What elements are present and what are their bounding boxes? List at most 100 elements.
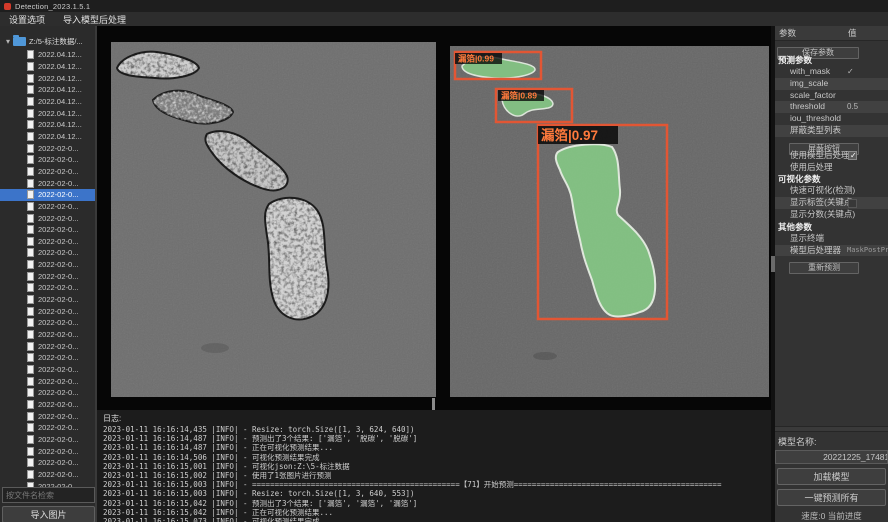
tree-file-item[interactable]: 2022-02-0... <box>0 247 97 259</box>
source-image-view[interactable] <box>111 42 436 397</box>
tree-file-item[interactable]: 2022.04.12... <box>0 131 97 143</box>
param-row[interactable]: 模型后处理器MaskPostPro <box>775 245 888 257</box>
tree-file-item[interactable]: 2022-02-0... <box>0 212 97 224</box>
tree-file-item[interactable]: 2022-02-0... <box>0 364 97 376</box>
param-row[interactable]: scale_factor <box>775 90 888 102</box>
file-name: 2022.04.12... <box>38 109 82 118</box>
param-row[interactable]: 快速可视化(检测) <box>775 185 888 197</box>
param-section-header: 其他参数 <box>775 221 888 233</box>
params-header-value: 值 <box>848 26 857 41</box>
param-row[interactable]: 使用模型后处理 <box>775 150 888 162</box>
log-line: 2023-01-11 16:16:15,073 |INFO| - 可视化预测结果… <box>103 517 771 522</box>
tree-file-item[interactable]: 2022-02-0... <box>0 469 97 481</box>
tree-file-item[interactable]: 2022-02-0... <box>0 259 97 271</box>
file-icon <box>27 400 34 409</box>
file-name: 2022-02-0... <box>38 342 78 351</box>
tree-file-item[interactable]: 2022-02-0... <box>0 410 97 422</box>
log-line: 2023-01-11 16:16:15,001 |INFO| - 可视化json… <box>103 462 771 471</box>
splitter-handle[interactable] <box>432 398 435 410</box>
tree-file-item[interactable]: 2022-02-0... <box>0 154 97 166</box>
tree-file-item[interactable]: 2022-02-0... <box>0 142 97 154</box>
model-name-field[interactable]: 20221225_174813 <box>775 450 888 464</box>
param-checkbox[interactable] <box>848 151 857 160</box>
params-header-param: 参数 <box>779 28 796 38</box>
tree-file-item[interactable]: 2022-02-0... <box>0 166 97 178</box>
file-name: 2022-02-0... <box>38 237 78 246</box>
param-row[interactable]: iou_threshold <box>775 113 888 125</box>
tree-file-item[interactable]: 2022-02-0... <box>0 387 97 399</box>
tree-file-item[interactable]: 2022-02-0... <box>0 305 97 317</box>
tree-file-item[interactable]: 2022-02-0... <box>0 434 97 446</box>
tree-root-item[interactable]: ▾ Z:/5-标注数据/... <box>0 35 97 48</box>
app-icon <box>4 3 11 10</box>
param-button[interactable]: 重新预测 <box>789 262 859 274</box>
tree-file-item[interactable]: 2022.04.12... <box>0 61 97 73</box>
param-row[interactable]: 屏蔽类型列表 <box>775 125 888 137</box>
tree-file-item[interactable]: 2022-02-0... <box>0 282 97 294</box>
predict-all-button[interactable]: 一键预测所有 <box>777 489 886 506</box>
menu-settings[interactable]: 设置选项 <box>0 13 54 26</box>
filename-search-input[interactable] <box>2 487 95 503</box>
file-icon <box>27 132 34 141</box>
param-row[interactable]: with_mask✓ <box>775 66 888 78</box>
import-images-button[interactable]: 导入图片 <box>2 506 95 522</box>
file-name: 2022-02-0... <box>38 412 78 421</box>
file-icon <box>27 458 34 467</box>
param-row[interactable]: 显示标签(关键点) <box>775 197 888 209</box>
app-window: Detection_2023.1.5.1 设置选项 导入模型后处理 ▾ Z:/5… <box>0 0 888 522</box>
tree-file-item[interactable]: 2022.04.12... <box>0 72 97 84</box>
model-section: 模型名称: 20221225_174813 加载模型 一键预测所有 速度:0 当… <box>775 426 888 522</box>
tree-file-item[interactable]: 2022-02-0... <box>0 189 97 201</box>
load-model-button[interactable]: 加载模型 <box>777 468 886 485</box>
file-icon <box>27 74 34 83</box>
model-name-label: 模型名称: <box>775 432 888 450</box>
param-checkbox[interactable] <box>848 199 857 208</box>
tree-file-item[interactable]: 2022-02-0... <box>0 399 97 411</box>
tree-file-item[interactable]: 2022-02-0... <box>0 270 97 282</box>
file-icon <box>27 260 34 269</box>
tree-file-item[interactable]: 2022-02-0... <box>0 480 97 487</box>
tree-file-item[interactable]: 2022-02-0... <box>0 375 97 387</box>
expand-arrow-icon[interactable]: ▾ <box>3 37 13 46</box>
file-icon <box>27 447 34 456</box>
param-button-row: 重新预测 <box>775 256 888 269</box>
file-name: 2022-02-0... <box>38 190 78 199</box>
param-row[interactable]: threshold0.5 <box>775 101 888 113</box>
file-icon <box>27 470 34 479</box>
tree-file-item[interactable]: 2022.04.12... <box>0 119 97 131</box>
menu-import-model-postprocess[interactable]: 导入模型后处理 <box>54 13 135 26</box>
tree-file-item[interactable]: 2022-02-0... <box>0 422 97 434</box>
prediction-image-view[interactable]: 漏箔|0.99 漏箔|0.89 漏箔|0.97 <box>450 46 769 397</box>
param-row[interactable]: 使用后处理 <box>775 162 888 174</box>
file-name: 2022.04.12... <box>38 132 82 141</box>
log-line: 2023-01-11 16:16:14,435 |INFO| - Resize:… <box>103 425 771 434</box>
tree-file-item[interactable]: 2022-02-0... <box>0 352 97 364</box>
file-name: 2022-02-0... <box>38 470 78 479</box>
tree-file-item[interactable]: 2022-02-0... <box>0 340 97 352</box>
file-icon <box>27 353 34 362</box>
param-row[interactable]: 显示分数(关键点) <box>775 209 888 221</box>
tree-file-item[interactable]: 2022-02-0... <box>0 294 97 306</box>
param-row[interactable]: img_scale <box>775 78 888 90</box>
log-lines[interactable]: 2023-01-11 16:16:14,435 |INFO| - Resize:… <box>97 425 771 522</box>
file-icon <box>27 62 34 71</box>
param-label: 显示标签(关键点) <box>790 197 855 207</box>
file-name: 2022.04.12... <box>38 50 82 59</box>
file-icon <box>27 155 34 164</box>
tree-file-item[interactable]: 2022.04.12... <box>0 96 97 108</box>
tree-file-item[interactable]: 2022-02-0... <box>0 457 97 469</box>
tree-file-item[interactable]: 2022-02-0... <box>0 177 97 189</box>
tree-file-item[interactable]: 2022.04.12... <box>0 84 97 96</box>
tree-file-item[interactable]: 2022-02-0... <box>0 236 97 248</box>
tree-file-item[interactable]: 2022-02-0... <box>0 201 97 213</box>
param-row[interactable]: 显示终端 <box>775 233 888 245</box>
tree-file-item[interactable]: 2022.04.12... <box>0 49 97 61</box>
tree-file-item[interactable]: 2022-02-0... <box>0 317 97 329</box>
file-tree-panel: ▾ Z:/5-标注数据/... 2022.04.12...2022.04.12.… <box>0 26 97 522</box>
file-name: 2022.04.12... <box>38 74 82 83</box>
folder-icon <box>13 37 26 46</box>
tree-file-item[interactable]: 2022.04.12... <box>0 107 97 119</box>
tree-file-item[interactable]: 2022-02-0... <box>0 224 97 236</box>
tree-file-item[interactable]: 2022-02-0... <box>0 445 97 457</box>
tree-file-item[interactable]: 2022-02-0... <box>0 329 97 341</box>
